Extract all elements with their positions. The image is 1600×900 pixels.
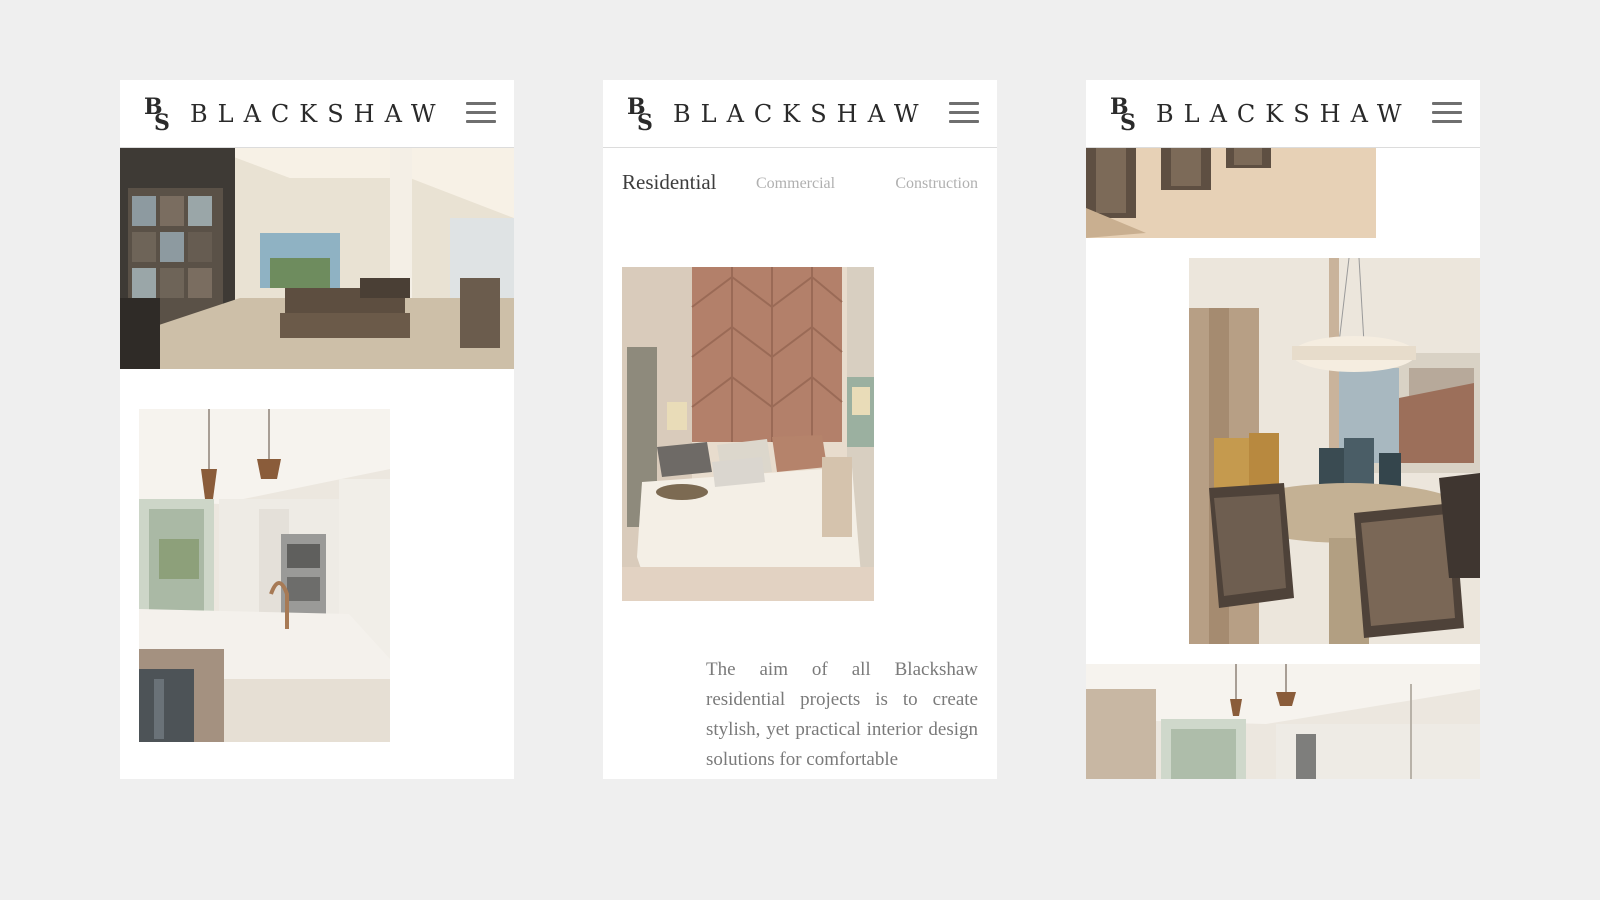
dining-room-photo — [1189, 258, 1480, 644]
residential-intro-text: The aim of all Blackshaw residential pro… — [706, 659, 978, 770]
site-header: B S BLACKSHAW — [120, 80, 514, 148]
hamburger-menu-icon[interactable] — [949, 101, 979, 125]
blackshaw-monogram-logo[interactable]: B S — [142, 94, 174, 134]
blackshaw-monogram-logo[interactable]: B S — [1108, 94, 1140, 134]
site-header: B S BLACKSHAW — [603, 80, 997, 148]
tab-commercial[interactable]: Commercial — [756, 175, 835, 193]
hamburger-menu-icon[interactable] — [1432, 101, 1462, 125]
mobile-screen-residential: B S BLACKSHAW Residential Commercial Con… — [603, 80, 997, 779]
site-header: B S BLACKSHAW — [1086, 80, 1480, 148]
svg-text:S: S — [154, 110, 170, 134]
bedroom-photo — [622, 267, 874, 601]
kitchen-photo — [139, 409, 390, 742]
brand-wordmark[interactable]: BLACKSHAW — [673, 99, 929, 129]
category-tabs: Residential Commercial Construction — [622, 168, 978, 198]
tab-residential[interactable]: Residential — [622, 170, 716, 195]
kitchen-preview-photo — [1086, 664, 1480, 779]
brand-wordmark[interactable]: BLACKSHAW — [1156, 99, 1412, 129]
table-legs-photo — [1086, 148, 1376, 238]
brand-wordmark[interactable]: BLACKSHAW — [190, 99, 446, 129]
mobile-screen-home: B S BLACKSHAW — [120, 80, 514, 779]
svg-text:S: S — [1120, 110, 1136, 134]
svg-text:S: S — [637, 110, 653, 134]
blackshaw-monogram-logo[interactable]: B S — [625, 94, 657, 134]
hamburger-menu-icon[interactable] — [466, 101, 496, 125]
living-room-photo — [120, 148, 514, 369]
tab-construction[interactable]: Construction — [895, 175, 978, 193]
mobile-screen-gallery: B S BLACKSHAW — [1086, 80, 1480, 779]
